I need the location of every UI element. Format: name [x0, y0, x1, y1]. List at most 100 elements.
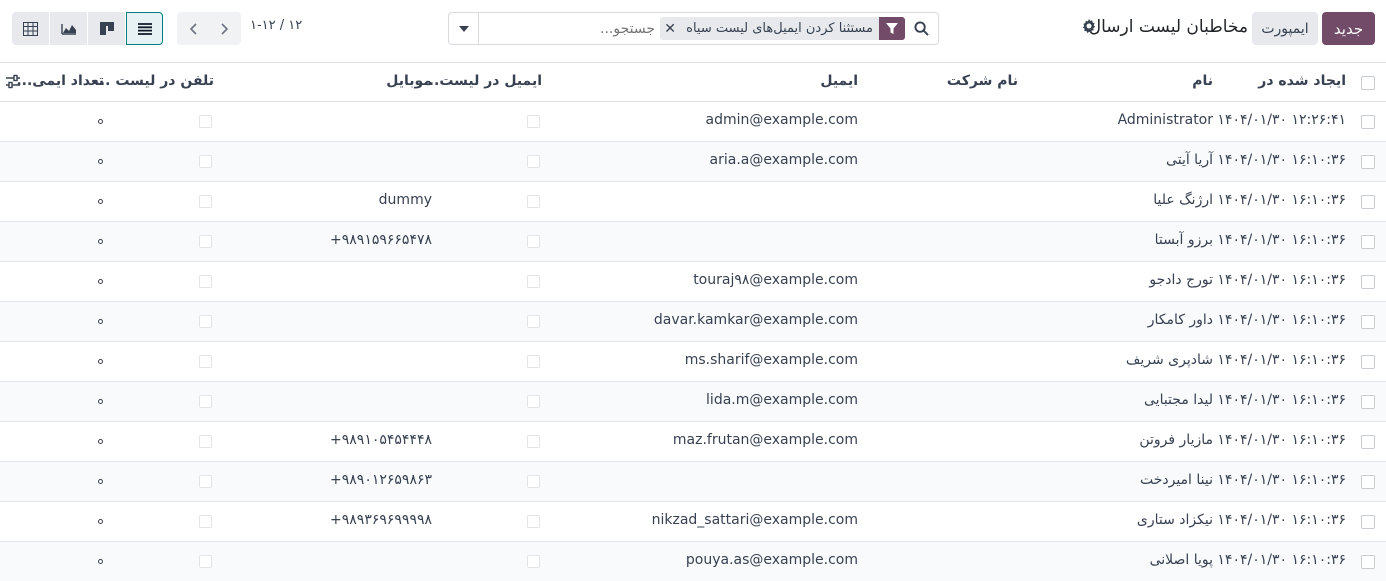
- search-icon: [914, 21, 929, 36]
- pager-buttons: [177, 12, 241, 45]
- row-checkbox[interactable]: [1361, 515, 1375, 529]
- gear-icon[interactable]: [1082, 19, 1096, 33]
- header-company[interactable]: نام شرکت: [947, 73, 1018, 89]
- row-checkbox[interactable]: [1361, 315, 1375, 329]
- header-created-on[interactable]: ایجاد شده در: [1258, 73, 1346, 89]
- email-blacklist-checkbox: [527, 355, 540, 368]
- cell-mobile: +۹۸۹۰۱۲۶۵۹۸۶۳: [330, 472, 432, 488]
- cell-name: شادپری شریف: [1125, 352, 1213, 368]
- cell-bounce: ۰: [98, 479, 103, 484]
- cell-created-on: ۱۴۰۴/۰۱/۳۰ ۱۶:۱۰:۳۶: [1217, 472, 1346, 488]
- row-checkbox[interactable]: [1361, 475, 1375, 489]
- phone-blacklist-checkbox: [199, 195, 212, 208]
- cell-email: touraj۹۸@example.com: [693, 272, 858, 288]
- phone-blacklist-checkbox: [199, 475, 212, 488]
- pager-next-button[interactable]: [209, 12, 241, 45]
- table-row[interactable]: ۱۴۰۴/۰۱/۳۰ ۱۶:۱۰:۳۶ لیدا مجتبایی lida.m@ex…: [0, 382, 1386, 422]
- cell-mobile: dummy: [378, 192, 432, 208]
- table-row[interactable]: ۱۴۰۴/۰۱/۳۰ ۱۶:۱۰:۳۶ نیکزاد ستاری nikzad_sa…: [0, 502, 1386, 542]
- cell-bounce: ۰: [98, 239, 103, 244]
- email-blacklist-checkbox: [527, 435, 540, 448]
- cell-created-on: ۱۴۰۴/۰۱/۳۰ ۱۶:۱۰:۳۶: [1217, 552, 1346, 568]
- area-chart-icon: [60, 23, 76, 35]
- cell-name: داور کامکار: [1147, 312, 1213, 328]
- table-row[interactable]: ۱۴۰۴/۰۱/۳۰ ۱۶:۱۰:۳۶ شادپری شریف ms.sharif@…: [0, 342, 1386, 382]
- view-switcher: [12, 12, 164, 45]
- cell-name: نینا امیردخت: [1139, 472, 1213, 488]
- header-email-blacklist[interactable]: ایمیل در لیست...: [423, 73, 542, 89]
- facet-label: مستثنا کردن ایمیل‌های لیست سیاه: [686, 21, 873, 36]
- kanban-view-button[interactable]: [88, 12, 125, 45]
- table-row[interactable]: ۱۴۰۴/۰۱/۳۰ ۱۶:۱۰:۳۶ برزو آبستا +۹۸۹۱۵۹۶۶۵۴…: [0, 222, 1386, 262]
- header-email[interactable]: ایمیل: [820, 73, 858, 89]
- cell-name: نیکزاد ستاری: [1136, 512, 1213, 528]
- row-checkbox[interactable]: [1361, 555, 1375, 569]
- optional-columns-icon[interactable]: [5, 74, 21, 90]
- table-row[interactable]: ۱۴۰۴/۰۱/۳۰ ۱۶:۱۰:۳۶ مازیار فروتن maz.fruta…: [0, 422, 1386, 462]
- email-blacklist-checkbox: [527, 395, 540, 408]
- search-button[interactable]: [905, 13, 938, 44]
- import-button[interactable]: ایمپورت: [1252, 12, 1318, 45]
- email-blacklist-checkbox: [527, 515, 540, 528]
- pivot-view-button[interactable]: [12, 12, 49, 45]
- table-header: ایجاد شده در نام نام شرکت ایمیل ایمیل در…: [0, 62, 1386, 102]
- cell-created-on: ۱۴۰۴/۰۱/۳۰ ۱۶:۱۰:۳۶: [1217, 192, 1346, 208]
- row-checkbox[interactable]: [1361, 235, 1375, 249]
- table-row[interactable]: ۱۴۰۴/۰۱/۳۰ ۱۶:۱۰:۳۶ نینا امیردخت +۹۸۹۰۱۲۶۵…: [0, 462, 1386, 502]
- cell-name: لیدا مجتبایی: [1144, 392, 1213, 408]
- header-phone-blacklist[interactable]: تلفن در لیست ...: [94, 73, 214, 89]
- cell-name: آریا آیتی: [1166, 152, 1213, 168]
- chevron-left-icon: [189, 22, 197, 35]
- phone-blacklist-checkbox: [199, 115, 212, 128]
- header-mobile[interactable]: موبایل: [386, 73, 432, 89]
- row-checkbox[interactable]: [1361, 355, 1375, 369]
- cell-mobile: +۹۸۹۱۵۹۶۶۵۴۷۸: [330, 232, 432, 248]
- row-checkbox[interactable]: [1361, 395, 1375, 409]
- row-checkbox[interactable]: [1361, 115, 1375, 129]
- cell-bounce: ۰: [98, 199, 103, 204]
- phone-blacklist-checkbox: [199, 235, 212, 248]
- select-all-checkbox[interactable]: [1361, 76, 1375, 90]
- cell-mobile: +۹۸۹۱۰۵۴۵۴۴۴۸: [330, 432, 432, 448]
- new-button[interactable]: جدید: [1322, 12, 1375, 45]
- table-row[interactable]: ۱۴۰۴/۰۱/۳۰ ۱۶:۱۰:۳۶ پویا اصلانی pouya.as@e…: [0, 542, 1386, 581]
- cell-email: davar.kamkar@example.com: [653, 312, 858, 328]
- row-checkbox[interactable]: [1361, 195, 1375, 209]
- cell-name: پویا اصلانی: [1149, 552, 1213, 568]
- pager-value[interactable]: ۱-۱۲ / ۱۲: [250, 18, 302, 33]
- caret-down-icon: [458, 25, 469, 32]
- cell-created-on: ۱۴۰۴/۰۱/۳۰ ۱۶:۱۰:۳۶: [1217, 352, 1346, 368]
- phone-blacklist-checkbox: [199, 275, 212, 288]
- cell-created-on: ۱۴۰۴/۰۱/۳۰ ۱۶:۱۰:۳۶: [1217, 272, 1346, 288]
- cell-name: Administrator: [1117, 112, 1213, 128]
- phone-blacklist-checkbox: [199, 435, 212, 448]
- email-blacklist-checkbox: [527, 475, 540, 488]
- email-blacklist-checkbox: [527, 155, 540, 168]
- phone-blacklist-checkbox: [199, 515, 212, 528]
- email-blacklist-checkbox: [527, 555, 540, 568]
- row-checkbox[interactable]: [1361, 435, 1375, 449]
- table-row[interactable]: ۱۴۰۴/۰۱/۳۰ ۱۶:۱۰:۳۶ارژنگ علیا dummy ۰: [0, 182, 1386, 222]
- filter-icon: [879, 17, 905, 40]
- list-view-button[interactable]: [126, 12, 163, 45]
- search-options-toggle[interactable]: [449, 13, 479, 44]
- search-bar[interactable]: ✕ مستثنا کردن ایمیل‌های لیست سیاه: [448, 12, 939, 45]
- cell-email: nikzad_sattari@example.com: [651, 512, 858, 528]
- cell-email: admin@example.com: [705, 112, 858, 128]
- chevron-right-icon: [221, 22, 229, 35]
- pager-previous-button[interactable]: [177, 12, 209, 45]
- table-row[interactable]: ۱۴۰۴/۰۱/۳۰ ۱۶:۱۰:۳۶ داور کامکار davar.kamk…: [0, 302, 1386, 342]
- facet-remove-icon[interactable]: ✕: [660, 17, 680, 40]
- row-checkbox[interactable]: [1361, 275, 1375, 289]
- header-name[interactable]: نام: [1192, 73, 1213, 89]
- header-bounce[interactable]: تعداد ایمی...: [16, 73, 104, 89]
- graph-view-button[interactable]: [50, 12, 87, 45]
- cell-created-on: ۱۴۰۴/۰۱/۳۰ ۱۶:۱۰:۳۶: [1217, 432, 1346, 448]
- search-input[interactable]: [599, 18, 655, 40]
- row-checkbox[interactable]: [1361, 155, 1375, 169]
- cell-email: aria.a@example.com: [709, 152, 858, 168]
- table-row[interactable]: ۱۴۰۴/۰۱/۳۰ ۱۶:۱۰:۳۶ تورج دادجو touraj۹۸@ex…: [0, 262, 1386, 302]
- table-row[interactable]: ۱۴۰۴/۰۱/۳۰ ۱۶:۱۰:۳۶ آریا آیتی aria.a@examp…: [0, 142, 1386, 182]
- table-row[interactable]: ۱۴۰۴/۰۱/۳۰ ۱۲:۲۶:۴۱ Administrator admin@ex…: [0, 102, 1386, 142]
- cell-created-on: ۱۴۰۴/۰۱/۳۰ ۱۶:۱۰:۳۶: [1217, 152, 1346, 168]
